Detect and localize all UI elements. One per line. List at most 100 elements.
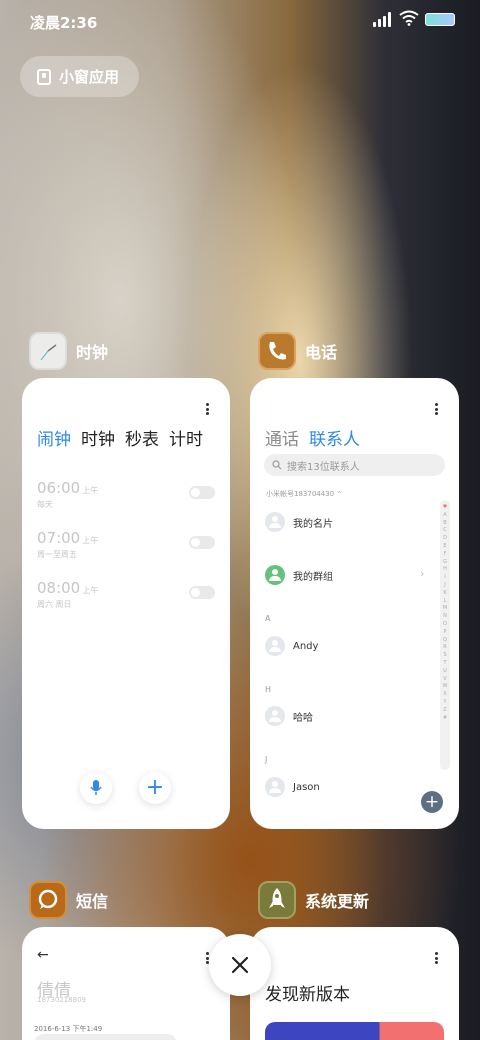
index-letter[interactable]: D: [443, 535, 447, 543]
index-letter[interactable]: Z: [443, 707, 446, 715]
account-label: 小米帐号183704430: [266, 490, 335, 498]
alarm-time: 06:00: [37, 479, 81, 497]
index-letter[interactable]: H: [443, 566, 447, 574]
alarm-row[interactable]: 06:00 上午 每天: [37, 478, 215, 514]
index-letter[interactable]: L: [444, 598, 447, 606]
account-selector[interactable]: 小米帐号183704430 ⌃: [266, 489, 342, 499]
clear-all-button[interactable]: [209, 934, 271, 996]
alphabet-index[interactable]: ♥ A B C D E F G H I J K L M N O P Q R S T U V W X Y Z #: [440, 500, 450, 770]
sms-app-name: 短信: [76, 892, 109, 911]
search-icon: [272, 460, 282, 470]
contact-name: Jason: [293, 781, 320, 793]
index-letter[interactable]: O: [443, 621, 447, 629]
alarm-row[interactable]: 08:00 上午 周六 周日: [37, 578, 215, 614]
index-letter[interactable]: K: [443, 590, 446, 598]
close-icon: [231, 956, 249, 974]
index-letter[interactable]: C: [443, 527, 447, 535]
wifi-icon: [399, 10, 419, 26]
update-app-header[interactable]: 系统更新: [258, 881, 369, 919]
update-app-icon: [258, 881, 296, 919]
phone-more-icon[interactable]: [435, 403, 439, 417]
chevron-right-icon: ›: [420, 567, 425, 580]
my-card-label: 我的名片: [293, 518, 333, 530]
add-contact-button[interactable]: +: [421, 791, 443, 813]
index-letter[interactable]: T: [443, 660, 446, 668]
alarm-repeat: 周一至周五: [37, 550, 77, 559]
alarm-ampm: 上午: [82, 586, 99, 595]
signal-icon: [373, 11, 395, 27]
index-letter[interactable]: W: [443, 683, 448, 691]
sms-app-header[interactable]: 短信: [29, 881, 108, 919]
tab-contacts[interactable]: 联系人: [309, 425, 360, 450]
tab-stopwatch[interactable]: 秒表: [125, 425, 159, 450]
add-alarm-button[interactable]: +: [139, 772, 171, 804]
contact-row[interactable]: Andy: [265, 636, 318, 656]
phone-app-card[interactable]: 通话 联系人 搜索13位联系人 小米帐号183704430 ⌃ 我的名片 我的群…: [250, 378, 459, 829]
microphone-icon: [90, 780, 102, 795]
index-letter[interactable]: I: [444, 574, 445, 582]
floating-window-label: 小窗应用: [59, 68, 120, 86]
avatar: [265, 512, 285, 532]
tab-timer[interactable]: 计时: [169, 425, 203, 450]
alarm-toggle[interactable]: [189, 586, 215, 599]
index-letter[interactable]: F: [444, 551, 447, 559]
my-groups-row[interactable]: 我的群组: [265, 565, 333, 585]
alarm-toggle[interactable]: [189, 486, 215, 499]
index-letter[interactable]: B: [443, 520, 446, 528]
alarm-time: 07:00: [37, 529, 81, 547]
avatar: [265, 636, 285, 656]
alarm-ampm: 上午: [82, 536, 99, 545]
index-letter[interactable]: G: [443, 559, 447, 567]
tab-alarm[interactable]: 闹钟: [37, 425, 71, 450]
back-arrow-icon[interactable]: ←: [37, 947, 49, 963]
my-card-row[interactable]: 我的名片: [265, 512, 333, 532]
search-placeholder: 搜索13位联系人: [287, 461, 360, 473]
section-letter: H: [265, 685, 272, 694]
sms-app-icon: [29, 881, 67, 919]
update-more-icon[interactable]: [435, 952, 439, 966]
index-letter[interactable]: X: [443, 691, 446, 699]
index-letter[interactable]: N: [443, 613, 447, 621]
voice-alarm-button[interactable]: [80, 772, 112, 804]
contact-row[interactable]: Jason: [265, 777, 320, 797]
group-avatar: [265, 565, 285, 585]
section-letter: A: [265, 614, 271, 623]
clock-more-icon[interactable]: [206, 403, 210, 417]
index-letter[interactable]: Q: [443, 637, 447, 645]
index-letter[interactable]: P: [443, 629, 446, 637]
index-letter[interactable]: S: [443, 652, 446, 660]
sms-message-bubble: [34, 1034, 177, 1040]
index-letter[interactable]: ♥: [443, 504, 447, 512]
battery-icon: [425, 13, 455, 26]
alarm-toggle[interactable]: [189, 536, 215, 549]
clock-app-header[interactable]: 时钟: [29, 332, 108, 370]
sms-message-date: 2016-6-13 下午1:49: [34, 1025, 103, 1033]
sms-app-card[interactable]: ← 倩倩 18730218809 2016-6-13 下午1:49: [22, 927, 230, 1040]
clock-app-icon: [29, 332, 67, 370]
tab-clock[interactable]: 时钟: [81, 425, 115, 450]
index-letter[interactable]: Y: [443, 699, 446, 707]
update-app-card[interactable]: 发现新版本: [250, 927, 459, 1040]
phone-app-header[interactable]: 电话: [258, 332, 337, 370]
index-letter[interactable]: R: [443, 644, 446, 652]
contacts-search-input[interactable]: 搜索13位联系人: [264, 454, 445, 476]
index-letter[interactable]: E: [443, 543, 446, 551]
index-letter[interactable]: U: [443, 668, 447, 676]
clock-app-name: 时钟: [76, 343, 109, 362]
plus-icon: +: [145, 775, 165, 800]
alarm-repeat: 周六 周日: [37, 600, 72, 609]
status-bar: 凌晨2:36: [0, 0, 480, 40]
index-letter[interactable]: #: [443, 715, 447, 723]
index-letter[interactable]: V: [443, 676, 446, 684]
phone-tabs: 通话 联系人: [265, 425, 360, 450]
alarm-row[interactable]: 07:00 上午 周一至周五: [37, 528, 215, 564]
index-letter[interactable]: A: [443, 512, 446, 520]
clock-app-card[interactable]: 闹钟 时钟 秒表 计时 06:00 上午 每天 07:00 上午 周一至周五 08:…: [22, 378, 230, 829]
floating-window-button[interactable]: 小窗应用: [20, 56, 139, 97]
sms-contact-number: 18730218809: [37, 996, 86, 1004]
contact-row[interactable]: 哈哈: [265, 706, 313, 726]
index-letter[interactable]: M: [443, 605, 447, 613]
tab-calls[interactable]: 通话: [265, 425, 299, 450]
plus-icon: +: [424, 791, 440, 812]
index-letter[interactable]: J: [444, 582, 445, 590]
